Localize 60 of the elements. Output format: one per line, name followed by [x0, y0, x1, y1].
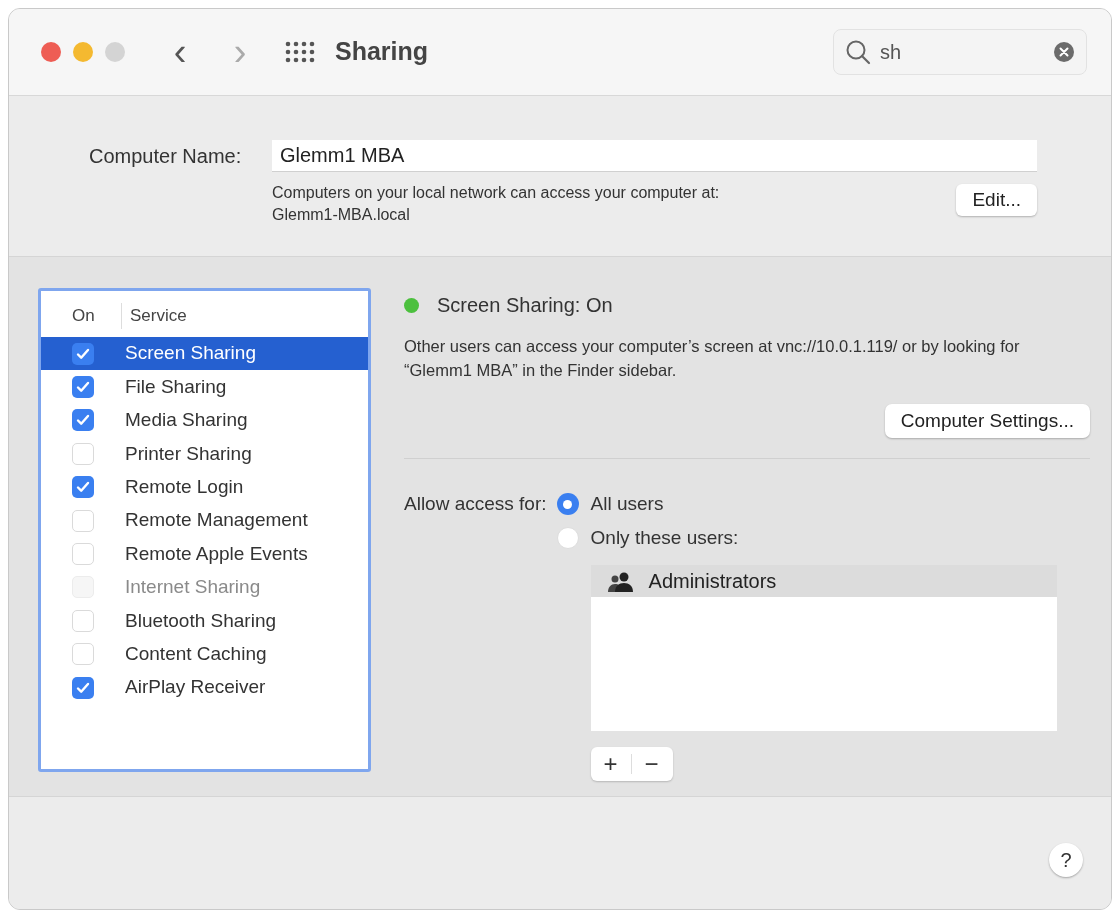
service-row[interactable]: Media Sharing — [41, 403, 368, 438]
service-name: Remote Login — [125, 475, 244, 499]
service-name: Remote Management — [125, 508, 308, 533]
service-name: Bluetooth Sharing — [125, 608, 277, 633]
grid-icon[interactable] — [285, 41, 315, 63]
checkbox[interactable] — [72, 376, 94, 399]
back-button[interactable]: ‹ — [165, 33, 195, 71]
service-name: Internet Sharing — [125, 575, 261, 600]
checkbox[interactable] — [72, 342, 94, 365]
window-title: Sharing — [335, 36, 429, 68]
network-note: Computers on your local network can access your computer at: — [272, 183, 721, 203]
checkbox[interactable] — [72, 476, 94, 499]
description-text: Other users can access your computer’s screen at vnc://10.0.1.119/ or by looking for “Glemm1 MBA” in the Finder sidebar. — [404, 336, 1021, 381]
checkbox[interactable] — [72, 609, 94, 632]
service-row[interactable]: Printer Sharing — [41, 437, 368, 471]
search-field[interactable]: sh — [833, 29, 1087, 75]
radio-label: All users — [590, 491, 664, 516]
service-row[interactable]: Remote Management — [41, 503, 368, 538]
computer-name-label: Computer Name: — [89, 144, 243, 169]
service-name: Printer Sharing — [125, 441, 252, 466]
service-name: Content Caching — [125, 641, 267, 666]
checkbox[interactable] — [72, 676, 94, 699]
service-row[interactable]: Remote Login — [41, 470, 368, 504]
service-name: AirPlay Receiver — [125, 675, 266, 700]
computer-settings-button[interactable]: Computer Settings... — [884, 404, 1090, 438]
edit-button[interactable]: Edit... — [956, 184, 1037, 216]
column-header: Service — [121, 303, 187, 329]
service-row[interactable]: Bluetooth Sharing — [41, 604, 368, 638]
add-button[interactable]: + — [590, 752, 631, 776]
checkbox[interactable] — [72, 643, 94, 666]
remove-button[interactable]: − — [631, 752, 672, 776]
access-label: Allow access for: — [404, 492, 547, 516]
clear-icon[interactable] — [1053, 41, 1075, 63]
close-button[interactable] — [41, 42, 61, 62]
service-row[interactable]: Screen Sharing — [41, 337, 368, 371]
local-address: Glemm1-MBA.local — [272, 205, 411, 225]
group-icon — [606, 570, 635, 592]
radio-button[interactable] — [556, 493, 579, 515]
column-header: On — [71, 305, 96, 328]
status-text: Screen Sharing: On — [437, 293, 613, 318]
help-button[interactable]: ? — [1049, 843, 1083, 877]
service-row[interactable]: AirPlay Receiver — [41, 670, 368, 705]
computer-name-field[interactable]: Glemm1 MBA — [272, 140, 1037, 172]
radio-label: Only these users: — [590, 525, 739, 550]
minimize-button[interactable] — [73, 42, 93, 62]
checkbox[interactable] — [72, 442, 94, 465]
service-row[interactable]: Remote Apple Events — [41, 537, 368, 571]
user-name: Administrators — [648, 569, 777, 594]
checkbox[interactable] — [72, 409, 94, 432]
service-row[interactable]: Content Caching — [41, 637, 368, 671]
service-name: Media Sharing — [125, 408, 248, 433]
checkbox[interactable] — [72, 509, 94, 532]
service-row[interactable]: File Sharing — [41, 370, 368, 404]
user-row[interactable]: Administrators — [590, 565, 1057, 597]
service-name: File Sharing — [125, 374, 227, 399]
search-icon — [845, 39, 871, 65]
service-name: Remote Apple Events — [125, 541, 308, 566]
radio-button[interactable] — [556, 527, 579, 549]
service-name: Screen Sharing — [125, 341, 256, 366]
checkbox[interactable] — [72, 543, 94, 566]
